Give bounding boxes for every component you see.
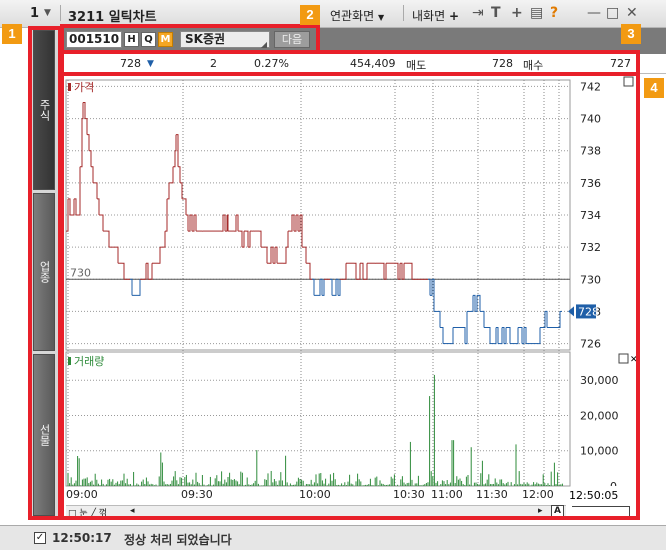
x-tick-label: 12:00: [522, 488, 554, 501]
status-time: 12:50:17: [52, 531, 112, 545]
x-tick-label: 10:30: [393, 488, 425, 501]
stock-code-input[interactable]: 001510: [66, 31, 122, 48]
x-tick-label: 09:30: [181, 488, 213, 501]
menu-my-screen[interactable]: 내화면 +: [412, 7, 459, 24]
tab-sector[interactable]: 업종: [33, 193, 55, 351]
maximize-panel-icon[interactable]: [623, 76, 634, 87]
minimize-icon[interactable]: —: [587, 5, 601, 21]
price-tick-label: 738: [580, 145, 601, 158]
price-tick-label: 740: [580, 113, 601, 126]
chevron-down-icon: ▼: [378, 13, 385, 22]
status-checkbox[interactable]: ✓: [34, 532, 46, 544]
close-icon[interactable]: ✕: [626, 5, 638, 21]
chart-tools-label[interactable]: □ 눈 ╱ 꺾: [68, 506, 107, 519]
zoom-slider[interactable]: [572, 506, 630, 516]
volume-tick-label: 30,000: [580, 374, 619, 387]
m-button[interactable]: M: [158, 32, 173, 47]
volume-panel: [65, 351, 571, 487]
price-change: 2: [210, 57, 217, 70]
x-tick-label: 11:30: [476, 488, 508, 501]
tick-chart-svg[interactable]: 09:00 09:30 10:00 10:30 11:00 11:30 12:00 742 74…: [58, 74, 666, 518]
h-button[interactable]: H: [124, 32, 139, 47]
current-price: 728: [120, 57, 141, 70]
tab-stock[interactable]: 주식: [33, 30, 55, 190]
window-title: 3211 일틱차트: [68, 10, 157, 25]
price-legend-marker: [68, 83, 71, 91]
print-icon[interactable]: ▤: [530, 5, 543, 21]
menu-label: 연관화면: [330, 9, 375, 23]
tab-futures[interactable]: 선물: [33, 354, 55, 516]
badge-3: 3: [621, 24, 641, 44]
plus-icon: +: [448, 9, 460, 23]
status-bar: ✓ 12:50:17 정상 처리 되었습니다: [0, 525, 666, 550]
ask-price: 728: [492, 57, 513, 70]
ask-label: 매도: [406, 59, 427, 72]
window-number-dropdown-icon[interactable]: ▼: [44, 8, 51, 18]
add-icon[interactable]: +: [511, 5, 523, 21]
badge-1: 1: [2, 24, 22, 44]
next-button[interactable]: 다음: [274, 31, 310, 48]
status-message: 정상 처리 되었습니다: [124, 533, 232, 547]
maximize-icon[interactable]: □: [606, 5, 619, 21]
current-time-label: 12:50:05: [569, 489, 618, 502]
volume-panel-title: 거래량: [74, 355, 104, 368]
volume-tick-label: 20,000: [580, 409, 619, 422]
x-tick-label: 10:00: [299, 488, 331, 501]
price-tick-label: 732: [580, 241, 601, 254]
scroll-left-icon[interactable]: ◂: [130, 506, 135, 516]
help-icon[interactable]: ?: [550, 5, 558, 21]
tab-label: 주식: [38, 99, 51, 121]
price-tick-label: 726: [580, 338, 601, 351]
price-tick-label: 734: [580, 209, 601, 222]
price-tick-label: 730: [580, 273, 601, 286]
x-tick-label: 11:00: [431, 488, 463, 501]
market-tab-panel: 주식 업종 선물: [30, 28, 58, 518]
menu-label: 내화면: [412, 9, 446, 23]
tab-label: 선물: [38, 424, 51, 446]
quote-row: 728 ▼ 2 0.27% 454,409 매도 728 매수 727: [58, 54, 666, 74]
divider: [403, 5, 404, 21]
menu-related-screen[interactable]: 연관화면 ▼: [330, 7, 384, 24]
divider: [60, 5, 61, 21]
badge-2: 2: [300, 5, 320, 25]
link-icon[interactable]: ⇥: [472, 5, 484, 21]
text-icon[interactable]: T: [491, 5, 501, 21]
close-panel-icon[interactable]: ✕: [630, 355, 638, 365]
volume-legend-marker: [68, 357, 71, 365]
bid-label: 매수: [523, 59, 544, 72]
stock-name: SK증권: [185, 32, 226, 46]
volume-tick-label: 10,000: [580, 445, 619, 458]
price-tick-label: 736: [580, 177, 601, 190]
title-bar: 1 ▼ 3211 일틱차트 연관화면 ▼ 내화면 + ⇥ T + ▤ ? — □…: [0, 0, 666, 28]
x-tick-label: 09:00: [66, 488, 98, 501]
maximize-panel-icon[interactable]: [618, 353, 629, 364]
tick-chart-area[interactable]: 09:00 09:30 10:00 10:30 11:00 11:30 12:00 742 74…: [58, 74, 666, 518]
scroll-right-icon[interactable]: ▸: [538, 506, 543, 516]
q-search-button[interactable]: Q: [141, 32, 156, 47]
down-arrow-icon: ▼: [147, 59, 154, 69]
reference-label: 730: [70, 266, 91, 279]
volume: 454,409: [350, 57, 396, 70]
badge-4: 4: [644, 78, 664, 98]
price-tick-label: 742: [580, 80, 601, 93]
chart-scrollbar[interactable]: □ 눈 ╱ 꺾 ◂ ▸ A: [66, 505, 566, 519]
chevron-down-icon: ◢: [260, 40, 267, 49]
bid-price: 727: [610, 57, 631, 70]
auto-scale-button[interactable]: A: [551, 505, 564, 517]
current-price-tag-label: 728: [578, 305, 599, 318]
price-panel-title: 가격: [74, 81, 94, 94]
stock-name-select[interactable]: SK증권 ◢: [180, 31, 270, 49]
tab-label: 업종: [38, 261, 51, 283]
window-number[interactable]: 1: [30, 6, 39, 21]
change-rate: 0.27%: [254, 57, 289, 70]
